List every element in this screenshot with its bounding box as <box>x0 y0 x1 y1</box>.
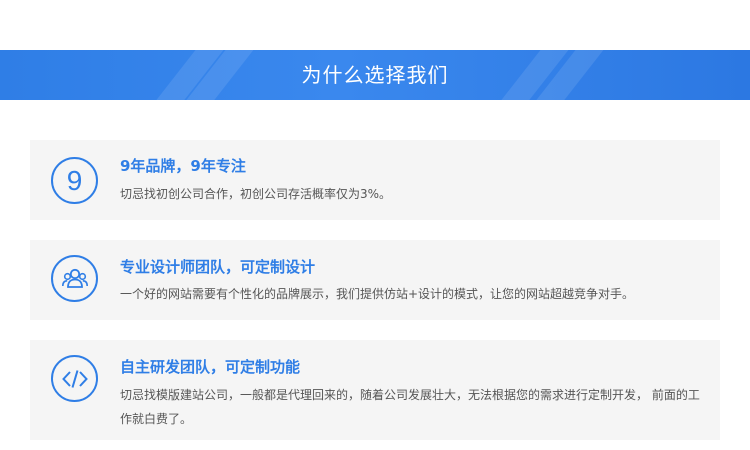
feature-description: 一个好的网站需要有个性化的品牌展示，我们提供仿站+设计的模式，让您的网站超越竞争… <box>120 287 635 301</box>
feature-title: 自主研发团队，可定制功能 <box>120 358 301 376</box>
feature-title: 9年品牌，9年专注 <box>120 157 246 175</box>
section-banner: 为什么选择我们 <box>0 50 750 100</box>
feature-card-design-team: 专业设计师团队，可定制设计 一个好的网站需要有个性化的品牌展示，我们提供仿站+设… <box>30 240 720 320</box>
nine-number-text: 9 <box>66 164 83 196</box>
code-icon-graphic <box>61 369 88 388</box>
page: 为什么选择我们 9 9年品牌，9年专注 切忌找初创公司合作，初创公司存活概率仅为… <box>0 0 750 450</box>
code-icon <box>51 355 98 402</box>
section-title: 为什么选择我们 <box>301 63 449 87</box>
feature-description: 切忌找初创公司合作，初创公司存活概率仅为3%。 <box>120 187 392 201</box>
team-icon-graphic <box>61 268 88 288</box>
feature-card-brand: 9 9年品牌，9年专注 切忌找初创公司合作，初创公司存活概率仅为3%。 <box>30 140 720 220</box>
feature-description: 切忌找模版建站公司，一般都是代理回来的，随着公司发展壮大，无法根据您的需求进行定… <box>120 388 700 426</box>
feature-title: 专业设计师团队，可定制设计 <box>120 258 316 276</box>
nine-number-icon: 9 <box>51 157 98 204</box>
team-icon <box>51 255 98 302</box>
feature-card-development-team: 自主研发团队，可定制功能 切忌找模版建站公司，一般都是代理回来的，随着公司发展壮… <box>30 340 720 440</box>
